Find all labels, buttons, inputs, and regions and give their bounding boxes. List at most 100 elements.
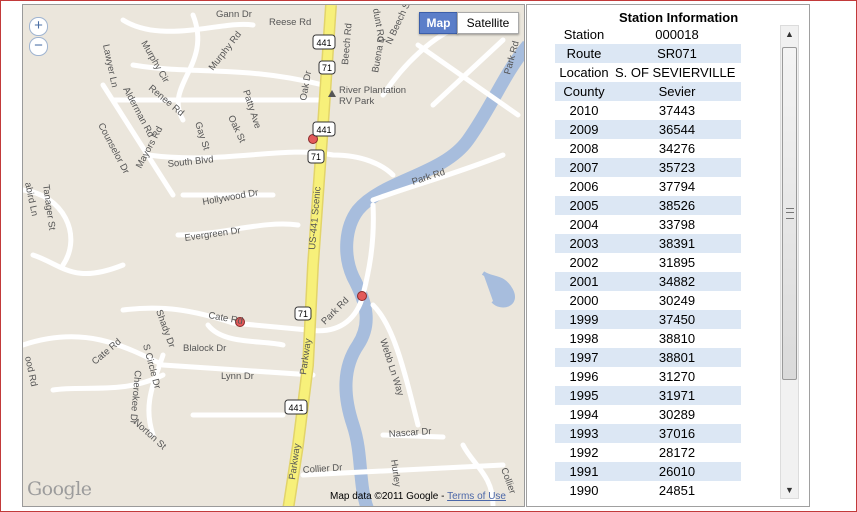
count-cell: 38391 xyxy=(658,236,696,251)
scroll-up-arrow[interactable]: ▲ xyxy=(781,27,798,41)
year-cell: 2000 xyxy=(569,293,599,308)
year-cell: 2009 xyxy=(569,122,599,137)
count-cell: 34882 xyxy=(658,274,696,289)
year-row: 2005 38526 xyxy=(555,196,741,215)
location-label: Location xyxy=(559,65,609,80)
zoom-out-button[interactable]: − xyxy=(29,37,48,56)
year-row: 1998 38810 xyxy=(555,329,741,348)
street-label: Patty Ave xyxy=(240,89,263,130)
year-cell: 2002 xyxy=(569,255,599,270)
minor-roads xyxy=(23,12,521,506)
county-value: Sevier xyxy=(658,84,696,99)
route-shield-441: 441 xyxy=(312,121,336,137)
google-logo: Google xyxy=(27,478,92,500)
year-row: 2001 34882 xyxy=(555,272,741,291)
attribution-text: Map data ©2011 Google - xyxy=(330,491,448,502)
count-cell: 28172 xyxy=(658,445,696,460)
map-type-satellite-button[interactable]: Satellite xyxy=(457,12,519,34)
street-label: ood Rd xyxy=(23,355,39,387)
map-type-map-button[interactable]: Map xyxy=(419,12,458,34)
svg-text:71: 71 xyxy=(322,63,332,73)
poi-label: River Plantation xyxy=(339,85,406,96)
map-view[interactable]: 441 71 441 71 71 441 Gann Dr Reese Rd Mu… xyxy=(22,4,525,507)
street-label: Evergreen Dr xyxy=(184,225,241,244)
svg-text:71: 71 xyxy=(311,152,321,162)
count-cell: 24851 xyxy=(658,483,696,498)
year-cell: 2008 xyxy=(569,141,599,156)
count-cell: 31971 xyxy=(658,388,696,403)
year-row: 1995 31971 xyxy=(555,386,741,405)
year-row: 1997 38801 xyxy=(555,348,741,367)
year-cell: 2001 xyxy=(569,274,599,289)
year-row: 2000 30249 xyxy=(555,291,741,310)
year-row: 2009 36544 xyxy=(555,120,741,139)
grip-icon xyxy=(786,208,794,219)
route-value: SR071 xyxy=(657,46,697,61)
year-cell: 1993 xyxy=(569,426,599,441)
count-cell: 38810 xyxy=(658,331,696,346)
street-label: Gay St xyxy=(192,121,212,152)
year-row: 1994 30289 xyxy=(555,405,741,424)
route-shield-71: 71 xyxy=(318,60,336,75)
street-label: Beech Rd xyxy=(340,23,355,66)
route-shield-441: 441 xyxy=(284,399,308,415)
year-cell: 1996 xyxy=(569,369,599,384)
station-marker[interactable] xyxy=(357,291,367,301)
year-row: 2004 33798 xyxy=(555,215,741,234)
year-row: 1990 24851 xyxy=(555,481,741,500)
year-cell: 1991 xyxy=(569,464,599,479)
svg-text:441: 441 xyxy=(316,125,331,135)
year-cell: 2005 xyxy=(569,198,599,213)
street-label: Hurley xyxy=(388,459,403,488)
count-cell: 34276 xyxy=(658,141,696,156)
vertical-scrollbar[interactable]: ▲ ▼ xyxy=(780,25,799,499)
year-row: 2003 38391 xyxy=(555,234,741,253)
year-row: 2007 35723 xyxy=(555,158,741,177)
street-label: Counselor Dr xyxy=(95,121,131,176)
count-cell: 33798 xyxy=(658,217,696,232)
scrollbar-thumb[interactable] xyxy=(782,47,797,380)
count-cell: 31270 xyxy=(658,369,696,384)
count-cell: 38801 xyxy=(658,350,696,365)
count-cell: 37794 xyxy=(658,179,696,194)
year-row: 2002 31895 xyxy=(555,253,741,272)
street-label: Tanager St xyxy=(40,184,57,231)
station-info-table: Station 000018 Route SR071 Location S. OF S… xyxy=(555,25,741,500)
year-row: 2008 34276 xyxy=(555,139,741,158)
count-cell: 38526 xyxy=(658,198,696,213)
route-shield-71: 71 xyxy=(294,306,312,321)
year-row: 1991 26010 xyxy=(555,462,741,481)
street-label: N Beech St xyxy=(384,5,414,46)
terms-of-use-link[interactable]: Terms of Use xyxy=(447,491,506,502)
count-cell: 37450 xyxy=(658,312,696,327)
svg-text:441: 441 xyxy=(316,38,331,48)
route-label: Route xyxy=(566,46,602,61)
year-cell: 2006 xyxy=(569,179,599,194)
year-cell: 1999 xyxy=(569,312,599,327)
location-value: S. OF SEVIERVILLE xyxy=(615,65,736,80)
street-label: Oak Dr xyxy=(298,70,314,102)
street-label: Hollywood Dr xyxy=(202,187,260,208)
street-label: Murphy Cir xyxy=(138,39,171,85)
year-row: 2010 37443 xyxy=(555,101,741,120)
year-cell: 2003 xyxy=(569,236,599,251)
route-shield-71: 71 xyxy=(307,149,325,164)
year-cell: 1997 xyxy=(569,350,599,365)
route-shield-441: 441 xyxy=(312,34,336,50)
map-canvas[interactable]: 441 71 441 71 71 441 Gann Dr Reese Rd Mu… xyxy=(23,5,524,506)
street-label: Lawyer Ln xyxy=(100,43,120,88)
year-cell: 2010 xyxy=(569,103,599,118)
zoom-in-button[interactable]: + xyxy=(29,17,48,36)
year-cell: 1995 xyxy=(569,388,599,403)
scroll-down-arrow[interactable]: ▼ xyxy=(781,483,798,497)
year-row: 1999 37450 xyxy=(555,310,741,329)
station-info-panel: Station Information Station 000018 Route S… xyxy=(526,4,810,507)
pond xyxy=(481,271,515,308)
station-label: Station xyxy=(563,27,605,42)
street-label: Reese Rd xyxy=(269,17,311,28)
count-cell: 37443 xyxy=(658,103,696,118)
street-label: Murphy Rd xyxy=(207,29,244,72)
poi-label: RV Park xyxy=(339,96,374,107)
year-cell: 1992 xyxy=(569,445,599,460)
count-cell: 30249 xyxy=(658,293,696,308)
